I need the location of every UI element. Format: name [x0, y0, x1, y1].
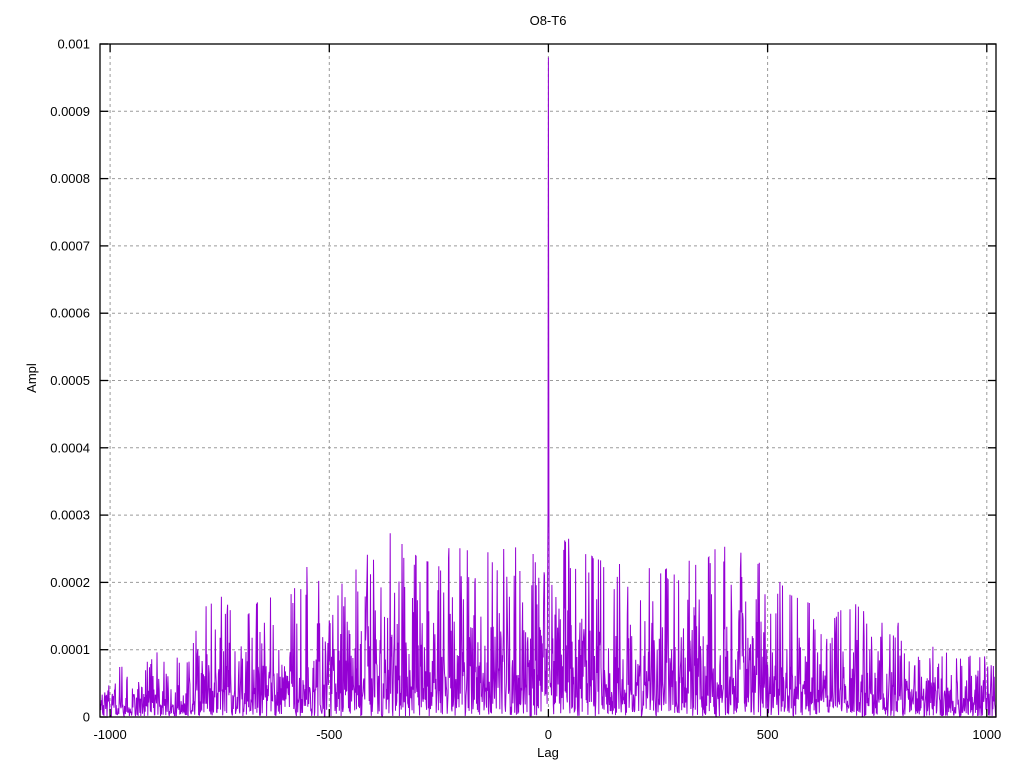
y-axis-label: Ampl — [24, 363, 39, 393]
x-tick-label: -1000 — [93, 727, 126, 742]
chart: -1000 -500 0 500 1000 0 0.0001 0.0002 0.0003 0.00… — [0, 0, 1024, 768]
y-tick-label: 0.0009 — [50, 104, 90, 119]
y-tick-label: 0.0003 — [50, 508, 90, 523]
y-tick-label: 0.0007 — [50, 238, 90, 253]
y-tick-label: 0.0001 — [50, 642, 90, 657]
y-tick-label: 0.0002 — [50, 575, 90, 590]
y-tick-label: 0.0006 — [50, 306, 90, 321]
x-tick-label: 500 — [757, 727, 779, 742]
y-tick-label: 0 — [83, 710, 90, 725]
chart-canvas: -1000 -500 0 500 1000 0 0.0001 0.0002 0.0003 0.00… — [0, 0, 1024, 768]
chart-title: O8-T6 — [530, 13, 567, 28]
data-series-line — [100, 58, 996, 717]
y-tick-label: 0.001 — [57, 37, 90, 52]
x-tick-label: -500 — [316, 727, 342, 742]
x-tick-label: 0 — [545, 727, 552, 742]
x-tick-label: 1000 — [972, 727, 1001, 742]
y-tick-label: 0.0004 — [50, 440, 90, 455]
y-tick-label: 0.0005 — [50, 373, 90, 388]
x-axis-label: Lag — [537, 745, 559, 760]
y-tick-label: 0.0008 — [50, 171, 90, 186]
data-series-layer — [100, 58, 996, 717]
